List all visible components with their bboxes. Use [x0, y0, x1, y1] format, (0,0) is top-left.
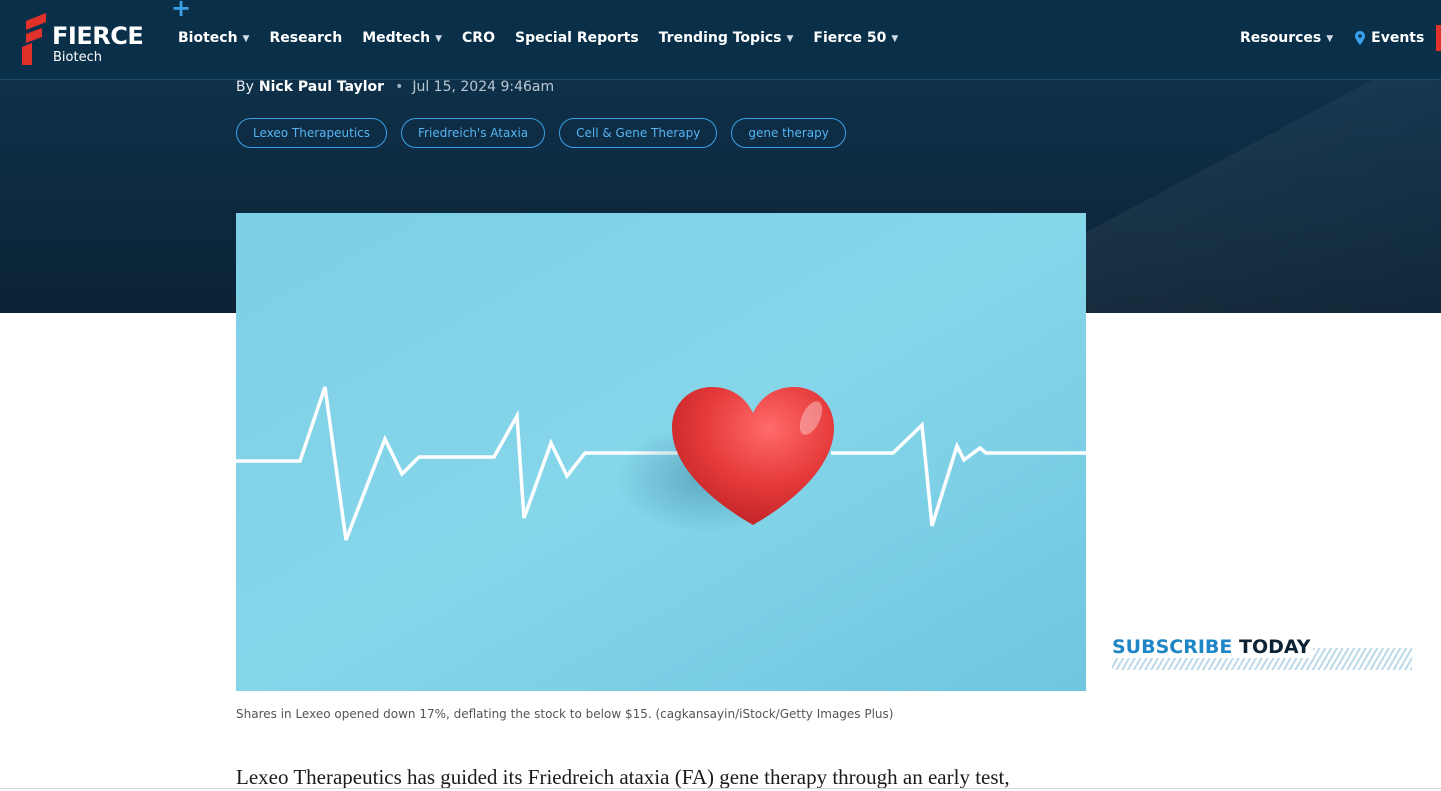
- nav-label: Research: [269, 30, 343, 46]
- article-byline: By Nick Paul Taylor • Jul 15, 2024 9:46a…: [236, 78, 554, 96]
- author-link[interactable]: Nick Paul Taylor: [259, 79, 384, 95]
- nav-item-biotech[interactable]: Biotech ▼: [178, 28, 249, 48]
- tag-cell-gene-therapy[interactable]: Cell & Gene Therapy: [559, 118, 718, 148]
- location-pin-icon: [1355, 31, 1366, 45]
- secondary-nav: Resources ▼ Events: [1240, 28, 1441, 48]
- nav-label: Biotech: [178, 30, 238, 46]
- subscribe-heading: SUBSCRIBE TODAY: [1112, 636, 1313, 658]
- chevron-down-icon: ▼: [1326, 34, 1334, 44]
- nav-item-special-reports[interactable]: Special Reports: [515, 28, 639, 48]
- logo-subtitle: Biotech: [53, 50, 102, 65]
- nav-item-fierce-50[interactable]: Fierce 50 ▼: [813, 28, 898, 48]
- nav-label: Trending Topics: [658, 30, 782, 46]
- nav-label: Resources: [1240, 30, 1322, 46]
- chevron-down-icon: ▼: [242, 34, 250, 44]
- logo-wordmark: FIERCE: [52, 22, 144, 50]
- nav-item-cro[interactable]: CRO: [462, 28, 495, 48]
- fierce-biotech-logo[interactable]: FIERCE Biotech: [22, 13, 152, 67]
- chevron-down-icon: ▼: [435, 34, 443, 44]
- article-hero-image: [236, 213, 1086, 691]
- tag-gene-therapy[interactable]: gene therapy: [731, 118, 846, 148]
- primary-nav: Biotech ▼ Research Medtech ▼ CRO Special…: [178, 28, 918, 48]
- publish-date: Jul 15, 2024 9:46am: [412, 79, 555, 95]
- subscribe-button-edge[interactable]: [1436, 25, 1441, 51]
- chevron-down-icon: ▼: [891, 34, 899, 44]
- nav-label: Special Reports: [515, 30, 639, 46]
- today-word: TODAY: [1239, 636, 1311, 658]
- top-navigation: + FIERCE Biotech Biotech ▼ Research Medt…: [0, 0, 1441, 80]
- nav-label: Medtech: [362, 30, 431, 46]
- nav-item-research[interactable]: Research: [269, 28, 342, 48]
- subscribe-today-banner[interactable]: SUBSCRIBE TODAY: [1112, 636, 1412, 670]
- nav-item-events[interactable]: Events: [1355, 28, 1424, 48]
- byline-separator: •: [395, 79, 404, 95]
- plus-icon[interactable]: +: [171, 0, 191, 20]
- nav-label: Fierce 50: [813, 30, 887, 46]
- nav-item-trending-topics[interactable]: Trending Topics ▼: [659, 28, 794, 48]
- nav-label: CRO: [462, 30, 495, 46]
- tag-friedreichs-ataxia[interactable]: Friedreich's Ataxia: [401, 118, 546, 148]
- divider: [0, 788, 1441, 789]
- subscribe-word: SUBSCRIBE: [1112, 636, 1233, 658]
- nav-item-medtech[interactable]: Medtech ▼: [362, 28, 442, 48]
- tag-lexeo-therapeutics[interactable]: Lexeo Therapeutics: [236, 118, 388, 148]
- nav-item-resources[interactable]: Resources ▼: [1240, 28, 1333, 48]
- chevron-down-icon: ▼: [786, 34, 794, 44]
- byline-prefix: By: [236, 79, 254, 95]
- article-lead-paragraph: Lexeo Therapeutics has guided its Friedr…: [236, 765, 1010, 789]
- fierce-logo-mark-icon: [22, 13, 46, 65]
- article-tags: Lexeo Therapeutics Friedreich's Ataxia C…: [236, 118, 860, 148]
- nav-label: Events: [1371, 30, 1425, 46]
- image-caption: Shares in Lexeo opened down 17%, deflati…: [236, 707, 894, 721]
